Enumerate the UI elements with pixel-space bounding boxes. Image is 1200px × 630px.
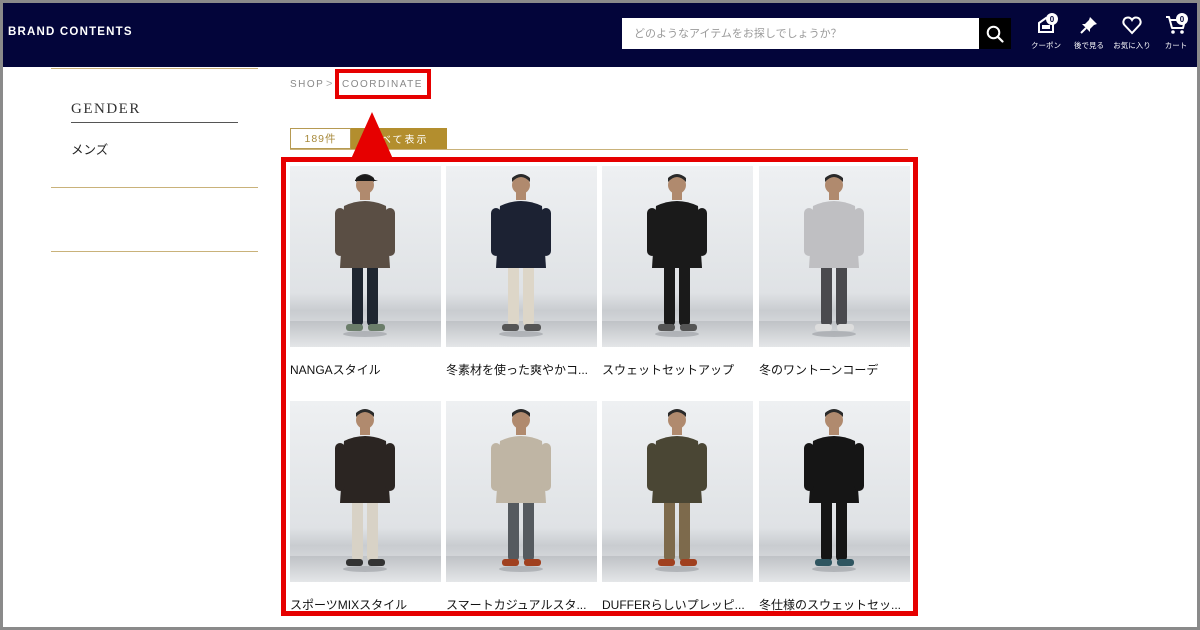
watch-later-label: 後で見る xyxy=(1074,41,1104,50)
coupon-button[interactable]: 0 クーポン xyxy=(1024,13,1068,58)
cart-button[interactable]: 0 カート xyxy=(1154,13,1198,58)
sidebar-divider xyxy=(51,251,258,252)
coupon-badge: 0 xyxy=(1046,13,1058,25)
favorites-button[interactable]: お気に入り xyxy=(1110,14,1154,58)
favorites-label: お気に入り xyxy=(1113,41,1151,50)
watch-later-button[interactable]: 後で見る xyxy=(1067,14,1111,58)
sidebar-title-underline xyxy=(71,122,238,123)
cart-label: カート xyxy=(1164,41,1188,50)
sidebar-gender-title: GENDER xyxy=(71,101,141,117)
highlight-grid-box xyxy=(281,157,918,616)
search-button[interactable] xyxy=(979,18,1011,49)
breadcrumb-separator-icon: > xyxy=(326,78,333,90)
highlight-arrow xyxy=(351,112,393,159)
search-icon xyxy=(986,25,1004,43)
brand-logo[interactable]: BRAND CONTENTS xyxy=(8,26,133,38)
highlight-breadcrumb-box xyxy=(335,69,431,99)
coupon-label: クーポン xyxy=(1031,41,1061,50)
breadcrumb-shop[interactable]: SHOP xyxy=(290,79,324,90)
pin-icon xyxy=(1080,17,1097,34)
sidebar-item-mens[interactable]: メンズ xyxy=(71,139,108,158)
result-count: 189件 xyxy=(290,128,351,149)
sidebar-divider xyxy=(51,68,258,69)
search-input[interactable] xyxy=(622,18,980,49)
cart-badge: 0 xyxy=(1176,13,1188,25)
site-header: BRAND CONTENTS 0 クーポン 後で見る お気に入り 0 カート xyxy=(0,0,1200,67)
heart-icon xyxy=(1122,16,1142,35)
sidebar-divider xyxy=(51,187,258,188)
